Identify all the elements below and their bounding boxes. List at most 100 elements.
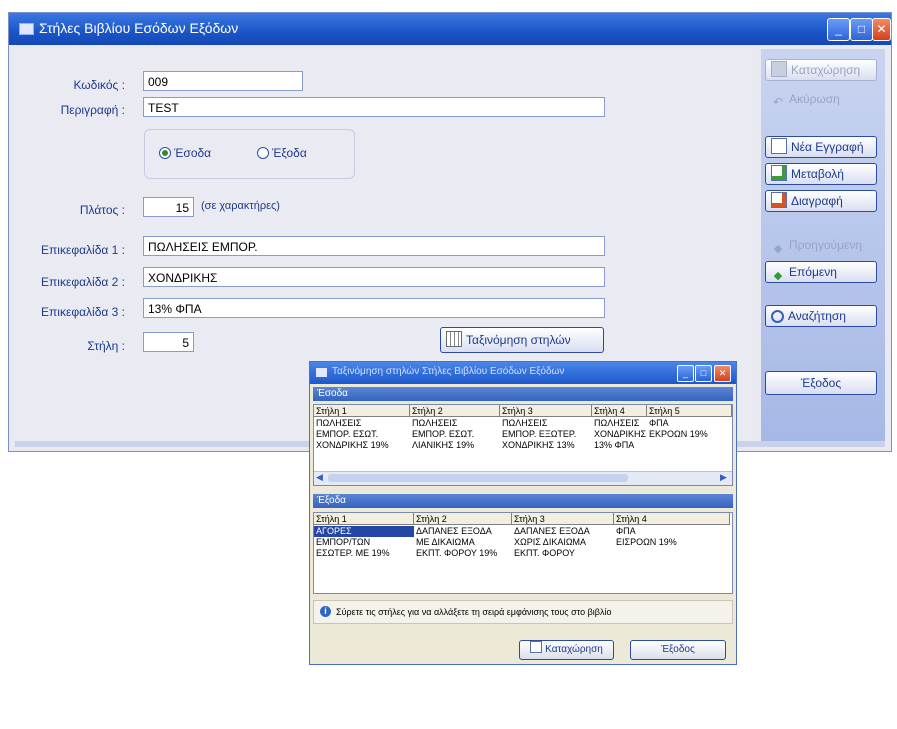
width-field[interactable]: 15 <box>143 197 194 217</box>
income-grid-cell[interactable]: ΕΚΡΟΩΝ 19% <box>647 429 732 440</box>
delete-icon <box>771 192 787 208</box>
description-label: Περιγραφή : <box>60 103 125 117</box>
income-scrollbar[interactable]: ◀ ▶ <box>314 471 732 485</box>
width-label: Πλάτος : <box>79 203 125 217</box>
expense-grid-cell[interactable]: ΕΚΠΤ. ΦΟΡΟΥ <box>512 548 614 559</box>
delete-button[interactable]: Διαγραφή <box>765 190 877 212</box>
dialog-minimize-button[interactable]: _ <box>677 365 694 382</box>
income-grid-cell[interactable]: ΕΜΠΟΡ. ΕΞΩΤΕΡ. <box>500 429 592 440</box>
income-column-header[interactable]: Στήλη 2 <box>410 405 500 417</box>
income-column-header[interactable]: Στήλη 1 <box>314 405 410 417</box>
code-field[interactable]: 009 <box>143 71 303 91</box>
dialog-title: Ταξινόμηση στηλών Στήλες Βιβλίου Εσόδων … <box>332 366 565 377</box>
undo-icon: ↶ <box>772 95 784 109</box>
save-button[interactable]: Καταχώρηση <box>765 59 877 81</box>
header1-label: Επικεφαλίδα 1 : <box>41 243 125 257</box>
expense-grid-cell[interactable]: ΔΑΠΑΝΕΣ ΕΞΟΔΑ <box>512 526 614 537</box>
income-grid-cell[interactable]: ΠΩΛΗΣΕΙΣ <box>410 418 500 429</box>
window-title: Στήλες Βιβλίου Εσόδων Εξόδων <box>39 20 239 36</box>
income-grid-cell[interactable]: ΠΩΛΗΣΕΙΣ <box>592 418 647 429</box>
expense-grid-cell[interactable]: ΜΕ ΔΙΚΑΙΩΜΑ <box>414 537 512 548</box>
income-grid-cell[interactable]: ΠΩΛΗΣΕΙΣ <box>314 418 410 429</box>
income-grid-cell[interactable]: ΧΟΝΔΡΙΚΗΣ <box>592 429 647 440</box>
width-unit: (σε χαρακτήρες) <box>201 200 280 212</box>
info-bar: i Σύρετε τις στήλες για να αλλάξετε τη σ… <box>313 600 733 624</box>
scroll-left-icon[interactable]: ◀ <box>316 472 323 483</box>
radio-empty-icon <box>257 147 269 159</box>
expense-group-header: Έξοδα <box>313 494 733 508</box>
scroll-right-icon[interactable]: ▶ <box>720 472 727 483</box>
minimize-button[interactable]: _ <box>827 18 850 41</box>
header3-field[interactable]: 13% ΦΠΑ <box>143 298 605 318</box>
header1-field[interactable]: ΠΩΛΗΣΕΙΣ ΕΜΠΟΡ. <box>143 236 605 256</box>
arrow-left-icon: ◆ <box>773 243 783 255</box>
expense-column-header[interactable]: Στήλη 1 <box>314 513 414 525</box>
previous-button[interactable]: ◆ Προηγούμενη <box>765 234 877 256</box>
expense-grid-cell[interactable]: ΧΩΡΙΣ ΔΙΚΑΙΩΜΑ <box>512 537 614 548</box>
expense-column-header[interactable]: Στήλη 4 <box>614 513 730 525</box>
dialog-maximize-button[interactable]: □ <box>695 365 712 382</box>
dialog-close-button[interactable]: ✕ <box>714 365 731 382</box>
income-column-header[interactable]: Στήλη 4 <box>592 405 647 417</box>
edit-button[interactable]: Μεταβολή <box>765 163 877 185</box>
column-label: Στήλη : <box>87 339 125 353</box>
income-grid: Στήλη 1 Στήλη 2 Στήλη 3 Στήλη 4 Στήλη 5 ΠΩΛΗ… <box>313 404 733 486</box>
maximize-button[interactable]: □ <box>850 18 873 41</box>
code-label: Κωδικός : <box>73 78 125 92</box>
new-document-icon <box>771 138 787 154</box>
expense-radio[interactable]: Έξοδα <box>257 146 307 160</box>
order-columns-button[interactable]: Ταξινόμηση στηλών <box>440 327 604 353</box>
dialog-save-button[interactable]: Καταχώρηση <box>519 640 614 660</box>
scroll-thumb[interactable] <box>328 474 628 482</box>
income-column-header[interactable]: Στήλη 3 <box>500 405 592 417</box>
income-column-header[interactable]: Στήλη 5 <box>647 405 732 417</box>
expense-grid-cell[interactable]: ΕΜΠΟΡ/ΤΩΝ <box>314 537 414 548</box>
save-icon <box>771 61 787 77</box>
info-icon: i <box>320 606 331 617</box>
income-grid-cell[interactable]: ΠΩΛΗΣΕΙΣ <box>500 418 592 429</box>
close-button[interactable]: ✕ <box>872 18 891 41</box>
new-record-button[interactable]: Νέα Εγγραφή <box>765 136 877 158</box>
cancel-button[interactable]: ↶ Ακύρωση <box>765 88 877 110</box>
expense-column-header[interactable]: Στήλη 3 <box>512 513 614 525</box>
column-field[interactable]: 5 <box>143 332 194 352</box>
header3-label: Επικεφαλίδα 3 : <box>41 305 125 319</box>
arrow-right-icon: ◆ <box>773 270 783 282</box>
search-icon <box>771 310 784 323</box>
action-sidebar: Καταχώρηση ↶ Ακύρωση Νέα Εγγραφή Μεταβολή… <box>761 49 885 441</box>
expense-grid-cell[interactable] <box>614 548 730 559</box>
next-button[interactable]: ◆ Επόμενη <box>765 261 877 283</box>
income-grid-cell[interactable]: 13% ΦΠΑ <box>592 440 647 451</box>
expense-grid-cell[interactable]: ΕΣΩΤΕΡ. ΜΕ 19% <box>314 548 414 559</box>
info-text: Σύρετε τις στήλες για να αλλάξετε τη σει… <box>336 607 612 617</box>
expense-grid-cell[interactable]: ΦΠΑ <box>614 526 730 537</box>
income-grid-cell[interactable]: ΧΟΝΔΡΙΚΗΣ 13% <box>500 440 592 451</box>
income-grid-cell[interactable]: ΕΜΠΟΡ. ΕΣΩΤ. <box>410 429 500 440</box>
expense-column-header[interactable]: Στήλη 2 <box>414 513 512 525</box>
radio-selected-icon <box>159 147 171 159</box>
exit-button[interactable]: Έξοδος <box>765 371 877 395</box>
expense-grid-cell[interactable]: ΑΓΟΡΕΣ <box>314 526 414 537</box>
expense-grid-cell[interactable]: ΕΙΣΡΟΩΝ 19% <box>614 537 730 548</box>
expense-grid-cell[interactable]: ΕΚΠΤ. ΦΟΡΟΥ 19% <box>414 548 512 559</box>
type-group: Έσοδα Έξοδα <box>144 129 355 179</box>
income-radio[interactable]: Έσοδα <box>159 146 211 160</box>
save-icon <box>530 641 543 653</box>
app-icon <box>19 23 34 35</box>
dialog-exit-button[interactable]: Έξοδος <box>630 640 726 660</box>
header2-field[interactable]: ΧΟΝΔΡΙΚΗΣ <box>143 267 605 287</box>
order-columns-dialog: Ταξινόμηση στηλών Στήλες Βιβλίου Εσόδων … <box>309 361 737 665</box>
expense-grid-cell[interactable]: ΔΑΠΑΝΕΣ ΕΞΟΔΑ <box>414 526 512 537</box>
header2-label: Επικεφαλίδα 2 : <box>41 275 125 289</box>
income-grid-cell[interactable]: ΧΟΝΔΡΙΚΗΣ 19% <box>314 440 410 451</box>
columns-icon <box>446 331 462 347</box>
income-group-header: Έσοδα <box>313 387 733 401</box>
income-grid-cell[interactable]: ΦΠΑ <box>647 418 732 429</box>
search-button[interactable]: Αναζήτηση <box>765 305 877 327</box>
expense-grid: Στήλη 1 Στήλη 2 Στήλη 3 Στήλη 4 ΑΓΟΡΕΣ ΔΑΠΑΝ… <box>313 512 733 594</box>
dialog-title-bar: Ταξινόμηση στηλών Στήλες Βιβλίου Εσόδων … <box>310 362 736 384</box>
income-grid-cell[interactable]: ΛΙΑΝΙΚΗΣ 19% <box>410 440 500 451</box>
income-grid-cell[interactable] <box>647 440 732 451</box>
description-field[interactable]: TEST <box>143 97 605 117</box>
income-grid-cell[interactable]: ΕΜΠΟΡ. ΕΣΩΤ. <box>314 429 410 440</box>
